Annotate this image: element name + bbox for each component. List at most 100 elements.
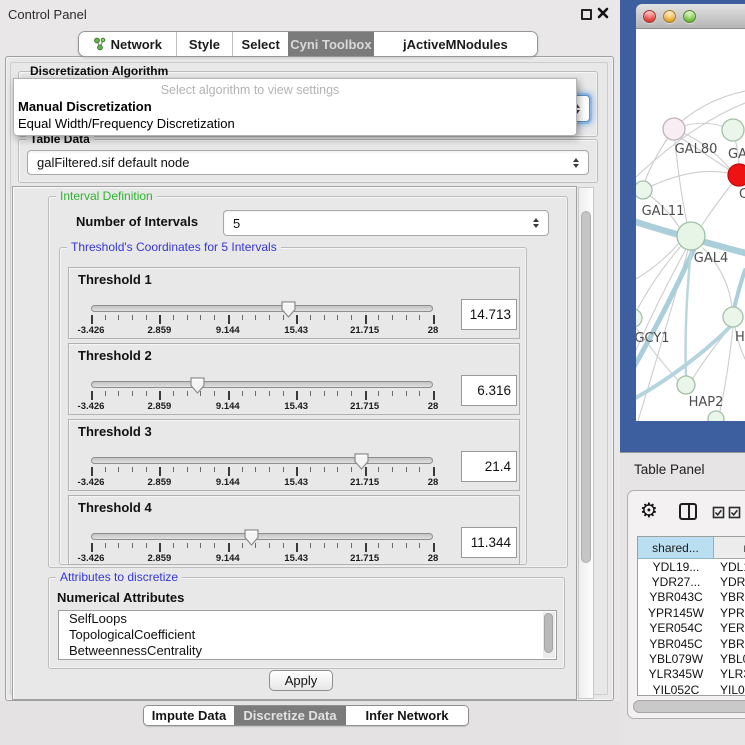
- list-scrollbar[interactable]: [543, 612, 555, 658]
- attributes-list[interactable]: SelfLoopsTopologicalCoefficientBetweenne…: [58, 610, 557, 660]
- slider-tick-label: 28: [411, 401, 455, 412]
- threshold-label: Threshold 4: [78, 500, 152, 515]
- mac-close-button[interactable]: [643, 10, 656, 23]
- slider-tick-label: 21.715: [343, 477, 387, 488]
- network-canvas[interactable]: GAL80GALCGAL11GAL4GCY1HHAP2: [636, 29, 745, 421]
- network-edge[interactable]: [636, 246, 681, 318]
- table-row[interactable]: YBL079WYBL079W: [638, 651, 745, 666]
- mac-minimize-button[interactable]: [663, 10, 676, 23]
- slider-tick: [296, 391, 298, 400]
- slider-tick: [351, 315, 352, 320]
- slider-tick: [392, 315, 393, 320]
- tab-select[interactable]: Select: [232, 32, 288, 56]
- slider-tick-label: -3.426: [69, 477, 113, 488]
- attribute-item-topologicalcoefficient[interactable]: TopologicalCoefficient: [59, 627, 556, 643]
- network-node-gcy1[interactable]: [636, 309, 642, 327]
- slider-tick: [310, 315, 311, 320]
- slider-tick-label: 9.144: [206, 325, 250, 336]
- table-row[interactable]: YDR27...YDR27...: [638, 574, 745, 589]
- horizontal-scrollbar-thumb[interactable]: [633, 700, 745, 713]
- network-node[interactable]: [708, 411, 724, 421]
- tab-cyni-toolbox[interactable]: Cyni Toolbox: [288, 32, 374, 56]
- slider-track[interactable]: [91, 305, 433, 312]
- bottom-tab-discretize-data[interactable]: Discretize Data: [234, 706, 346, 725]
- threshold-value-field[interactable]: 11.344: [461, 527, 517, 558]
- slider-tick: [324, 467, 325, 472]
- group-title: Discretization Algorithm: [26, 64, 172, 79]
- network-node-gal80[interactable]: [663, 118, 685, 140]
- slider-tick: [187, 467, 188, 472]
- slider-tick-label: 28: [411, 325, 455, 336]
- thresholds-group: Threshold's Coordinates for 5 Intervals …: [59, 247, 527, 565]
- network-node-gal4[interactable]: [677, 222, 705, 250]
- apply-button[interactable]: Apply: [269, 670, 333, 691]
- network-node-hap2[interactable]: [677, 376, 695, 394]
- column-header-shared-name[interactable]: shared...: [638, 537, 714, 559]
- column-header-name[interactable]: name: [714, 537, 745, 559]
- tab-network[interactable]: Network: [79, 32, 176, 56]
- slider-tick: [324, 315, 325, 320]
- num-intervals-combobox[interactable]: 5: [223, 210, 549, 236]
- threshold-label: Threshold 1: [78, 272, 152, 287]
- slider-thumb[interactable]: [244, 529, 259, 546]
- algorithm-option-manual-discretization[interactable]: Manual Discretization: [18, 99, 152, 114]
- gear-icon[interactable]: ⚙: [640, 497, 658, 523]
- network-node-h[interactable]: [723, 307, 743, 327]
- vertical-scrollbar[interactable]: [578, 187, 594, 699]
- slider-track[interactable]: [91, 457, 433, 464]
- table-row[interactable]: YBR043CYBR043C: [638, 590, 745, 605]
- slider-thumb[interactable]: [281, 301, 296, 318]
- network-node-gal11[interactable]: [636, 181, 652, 199]
- cell-name: YIL052C: [714, 683, 745, 696]
- slider-tick: [365, 391, 367, 400]
- table-row[interactable]: YLR345WYLR345W: [638, 667, 745, 682]
- scrollbar-thumb[interactable]: [581, 211, 591, 563]
- table-row[interactable]: YIL052CYIL052C: [638, 682, 745, 696]
- slider-thumb[interactable]: [354, 453, 369, 470]
- table-row[interactable]: YPR145WYPR145W: [638, 605, 745, 620]
- network-edge[interactable]: [636, 244, 678, 279]
- network-edge[interactable]: [734, 270, 745, 309]
- threshold-value-field[interactable]: 21.4: [461, 451, 517, 482]
- node-label-gal: GAL: [728, 147, 745, 162]
- slider-tick: [118, 315, 119, 320]
- table-row[interactable]: YDL19...YDL19...: [638, 559, 745, 574]
- slider-track[interactable]: [91, 381, 433, 388]
- slider-tick: [351, 391, 352, 396]
- table-header-row: shared... name: [638, 537, 745, 559]
- algorithm-option-equal-width-frequency-discretization[interactable]: Equal Width/Frequency Discretization: [18, 116, 235, 131]
- network-edge[interactable]: [682, 91, 745, 121]
- threshold-value-field[interactable]: 14.713: [461, 299, 517, 330]
- network-node-gal[interactable]: [722, 119, 744, 141]
- attribute-item-betweennesscentrality[interactable]: BetweennessCentrality: [59, 643, 556, 659]
- slider-tick-label: 9.144: [206, 477, 250, 488]
- table-row[interactable]: YBR045CYBR045C: [638, 636, 745, 651]
- slider-tick: [159, 391, 161, 400]
- network-window-titlebar[interactable]: [636, 4, 745, 29]
- split-columns-icon[interactable]: [679, 503, 697, 520]
- attribute-item-selfloops[interactable]: SelfLoops: [59, 611, 556, 627]
- slider-tick: [296, 467, 298, 476]
- table-data-combobox[interactable]: galFiltered.sif default node: [27, 150, 589, 175]
- checkbox-icon[interactable]: [712, 506, 725, 519]
- slider-track[interactable]: [91, 533, 433, 540]
- tab-jactivemnodules[interactable]: jActiveMNodules: [374, 32, 537, 56]
- network-edge[interactable]: [643, 171, 728, 190]
- bottom-tab-impute-data[interactable]: Impute Data: [144, 706, 234, 725]
- mac-zoom-button[interactable]: [683, 10, 696, 23]
- top-tab-bar: NetworkStyleSelectCyni ToolboxjActiveMNo…: [78, 31, 538, 57]
- slider-tick-label: 2.859: [137, 401, 181, 412]
- slider-thumb[interactable]: [190, 377, 205, 394]
- slider-tick: [228, 315, 230, 324]
- network-node-c[interactable]: [728, 164, 745, 186]
- checkbox-icon[interactable]: [728, 506, 741, 519]
- numerical-attributes-label: Numerical Attributes: [57, 590, 184, 605]
- close-icon[interactable]: [597, 7, 609, 19]
- bottom-tab-infer-network[interactable]: Infer Network: [346, 706, 468, 725]
- tab-style[interactable]: Style: [176, 32, 233, 56]
- table-row[interactable]: YER054CYER054C: [638, 621, 745, 636]
- slider-tick: [132, 467, 133, 472]
- threshold-value-field[interactable]: 6.316: [461, 375, 517, 406]
- scrollbar-thumb[interactable]: [544, 613, 553, 653]
- float-window-icon[interactable]: [581, 9, 592, 20]
